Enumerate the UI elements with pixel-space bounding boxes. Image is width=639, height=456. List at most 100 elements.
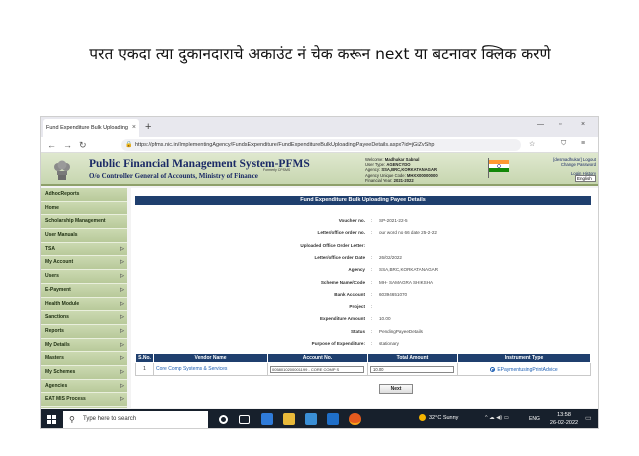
detail-value: MH- SAMAGRA SHIKSHA <box>379 279 434 285</box>
browser-screenshot: Fund Expenditure Bulk Uploading × + — ▫ … <box>40 116 599 429</box>
task-view-icon[interactable] <box>239 415 250 424</box>
lock-icon: 🔒 <box>125 142 133 148</box>
detail-label: Scheme Name/Code <box>320 279 365 285</box>
forward-arrow-icon[interactable]: → <box>63 139 72 151</box>
url-text: https://pfms.nic.in/ImplementingAgency/F… <box>135 142 435 148</box>
amount-cell: 10.00 <box>367 362 458 376</box>
browser-tab[interactable]: Fund Expenditure Bulk Uploading × <box>43 119 139 137</box>
detail-value: stationary <box>379 341 399 346</box>
pfms-header: Public Financial Management System-PFMS … <box>41 153 598 186</box>
sidebar-item[interactable]: Sanctions ▷ <box>41 311 127 325</box>
detail-row: Agency: SSA,BRC,KORKATANAGAR <box>131 265 591 274</box>
sidebar-item-label: User Manuals <box>45 232 78 239</box>
instrument-radio[interactable] <box>490 366 496 372</box>
language-indicator[interactable]: ENG <box>529 416 540 422</box>
bookmark-star-icon[interactable]: ☆ <box>529 140 535 148</box>
sidebar-item[interactable]: Health Module ▷ <box>41 297 127 312</box>
back-arrow-icon[interactable]: ← <box>47 139 56 151</box>
sidebar-item[interactable]: Agencies ▷ <box>41 379 127 394</box>
search-icon: ⚲ <box>69 415 75 424</box>
table-row: 1 Core Comp Systems & Services 005801020… <box>135 362 591 376</box>
sidebar-item[interactable]: AdhocReports <box>41 188 127 202</box>
cortana-icon[interactable] <box>219 415 228 424</box>
sidebar-item[interactable]: TSA ▷ <box>41 242 127 257</box>
detail-colon: : <box>371 267 373 273</box>
sidebar-item[interactable]: Scholarship Management <box>41 215 127 230</box>
taskbar-clock[interactable]: 13:58 26-02-2022 <box>547 411 581 427</box>
tab-close-icon[interactable]: × <box>132 119 136 137</box>
mail-icon[interactable] <box>327 413 339 425</box>
new-tab-button[interactable]: + <box>145 120 151 134</box>
sidebar-item[interactable]: Home <box>41 201 127 216</box>
sidebar-item-label: Sanctions <box>45 314 69 321</box>
shield-icon[interactable]: ⛉ <box>561 140 566 148</box>
language-select[interactable]: English <box>575 175 596 182</box>
detail-value: SP-2021-22-5 <box>379 218 408 223</box>
detail-label: Expenditure Amount <box>319 316 365 322</box>
instruction-caption: परत एकदा त्या दुकानदाराचे अकाउंट नं चेक … <box>89 45 551 63</box>
sidebar-item[interactable]: E-Payment ▷ <box>41 283 127 298</box>
store-icon[interactable] <box>305 413 317 425</box>
detail-colon: : <box>371 254 373 260</box>
header-links: [desmadhukar] Logout Change Password Log… <box>536 157 596 176</box>
sidebar-item-label: Reports <box>45 327 64 334</box>
account-select[interactable]: 0058010200001199 - CORE COMP S <box>270 365 364 373</box>
table-header-row: S.No. Vendor Name Account No. Total Amou… <box>135 353 591 363</box>
detail-label: Purpose of Expenditure: <box>311 341 365 346</box>
file-explorer-icon[interactable] <box>283 413 295 425</box>
detail-colon: : <box>371 328 373 334</box>
next-button[interactable]: Next <box>379 384 413 394</box>
column-header: Account No. <box>267 353 368 363</box>
column-header: S.No. <box>135 353 154 363</box>
sidebar-item[interactable]: Reports ▷ <box>41 324 127 339</box>
sidebar-item[interactable]: EAT MIS Process ▷ <box>41 393 127 407</box>
sidebar-item-label: Health Module <box>45 300 80 307</box>
address-bar: ← → ↻ 🔒 https://pfms.nic.in/Implementing… <box>41 137 598 153</box>
instrument-cell: EPaymentusingPrintAdvice <box>457 362 591 376</box>
detail-row: Status: PendingPayeeDetails <box>131 327 591 336</box>
amount-input[interactable]: 10.00 <box>370 365 454 373</box>
sidebar-item[interactable]: Users ▷ <box>41 270 127 284</box>
column-header: Vendor Name <box>153 353 268 363</box>
expand-arrow-icon: ▷ <box>120 273 124 280</box>
sidebar-item-label: My Account <box>45 259 74 266</box>
sidebar-item[interactable]: My Account ▷ <box>41 256 127 271</box>
detail-value: 10.00 <box>379 316 391 322</box>
change-password-link[interactable]: Change Password <box>536 162 596 167</box>
system-tray-icons[interactable]: ^ ☁ ◀) ▭ <box>485 415 509 421</box>
sidebar-item-label: Scholarship Management <box>45 218 106 225</box>
close-window-button[interactable]: × <box>581 121 585 128</box>
detail-row: Uploaded Office Order Letter: <box>131 241 591 250</box>
expand-arrow-icon: ▷ <box>120 341 124 348</box>
expand-arrow-icon: ▷ <box>120 368 124 375</box>
detail-colon: : <box>371 341 373 346</box>
sidebar-item-label: Masters <box>45 355 64 362</box>
firefox-icon[interactable] <box>349 413 361 425</box>
detail-row: Purpose of Expenditure:: stationary <box>131 339 591 348</box>
taskbar-search-input[interactable]: ⚲ Type here to search <box>63 411 208 428</box>
sidebar-item[interactable]: My Schemes ▷ <box>41 365 127 380</box>
detail-colon: : <box>371 218 373 223</box>
detail-row: Expenditure Amount:10.00 <box>131 314 591 323</box>
notification-icon[interactable]: ▭ <box>585 414 592 422</box>
detail-value: 26/02/2022 <box>379 254 402 260</box>
detail-value: SSA,BRC,KORKATANAGAR <box>379 267 439 273</box>
column-header: Instrument Type <box>457 353 591 363</box>
sidebar-item[interactable]: Masters ▷ <box>41 352 127 366</box>
sidebar-item-label: My Schemes <box>45 368 76 375</box>
sidebar-item[interactable]: My Details ▷ <box>41 338 127 353</box>
weather-widget[interactable]: 32°C Sunny <box>419 414 458 421</box>
expand-arrow-icon: ▷ <box>120 396 124 403</box>
detail-label: Uploaded Office Order Letter: <box>300 242 365 248</box>
pfms-tagline: Formerly CPSMS <box>263 168 291 172</box>
url-input[interactable]: 🔒 https://pfms.nic.in/ImplementingAgency… <box>121 139 521 151</box>
menu-icon[interactable]: ≡ <box>581 140 585 147</box>
maximize-button[interactable]: ▫ <box>559 121 561 128</box>
reload-icon[interactable]: ↻ <box>79 139 87 151</box>
expand-arrow-icon: ▷ <box>120 314 124 321</box>
expand-arrow-icon: ▷ <box>120 259 124 266</box>
edge-browser-icon[interactable] <box>261 413 273 425</box>
windows-start-icon[interactable] <box>47 415 56 424</box>
minimize-button[interactable]: — <box>537 121 544 128</box>
sidebar-item[interactable]: User Manuals <box>41 229 127 243</box>
